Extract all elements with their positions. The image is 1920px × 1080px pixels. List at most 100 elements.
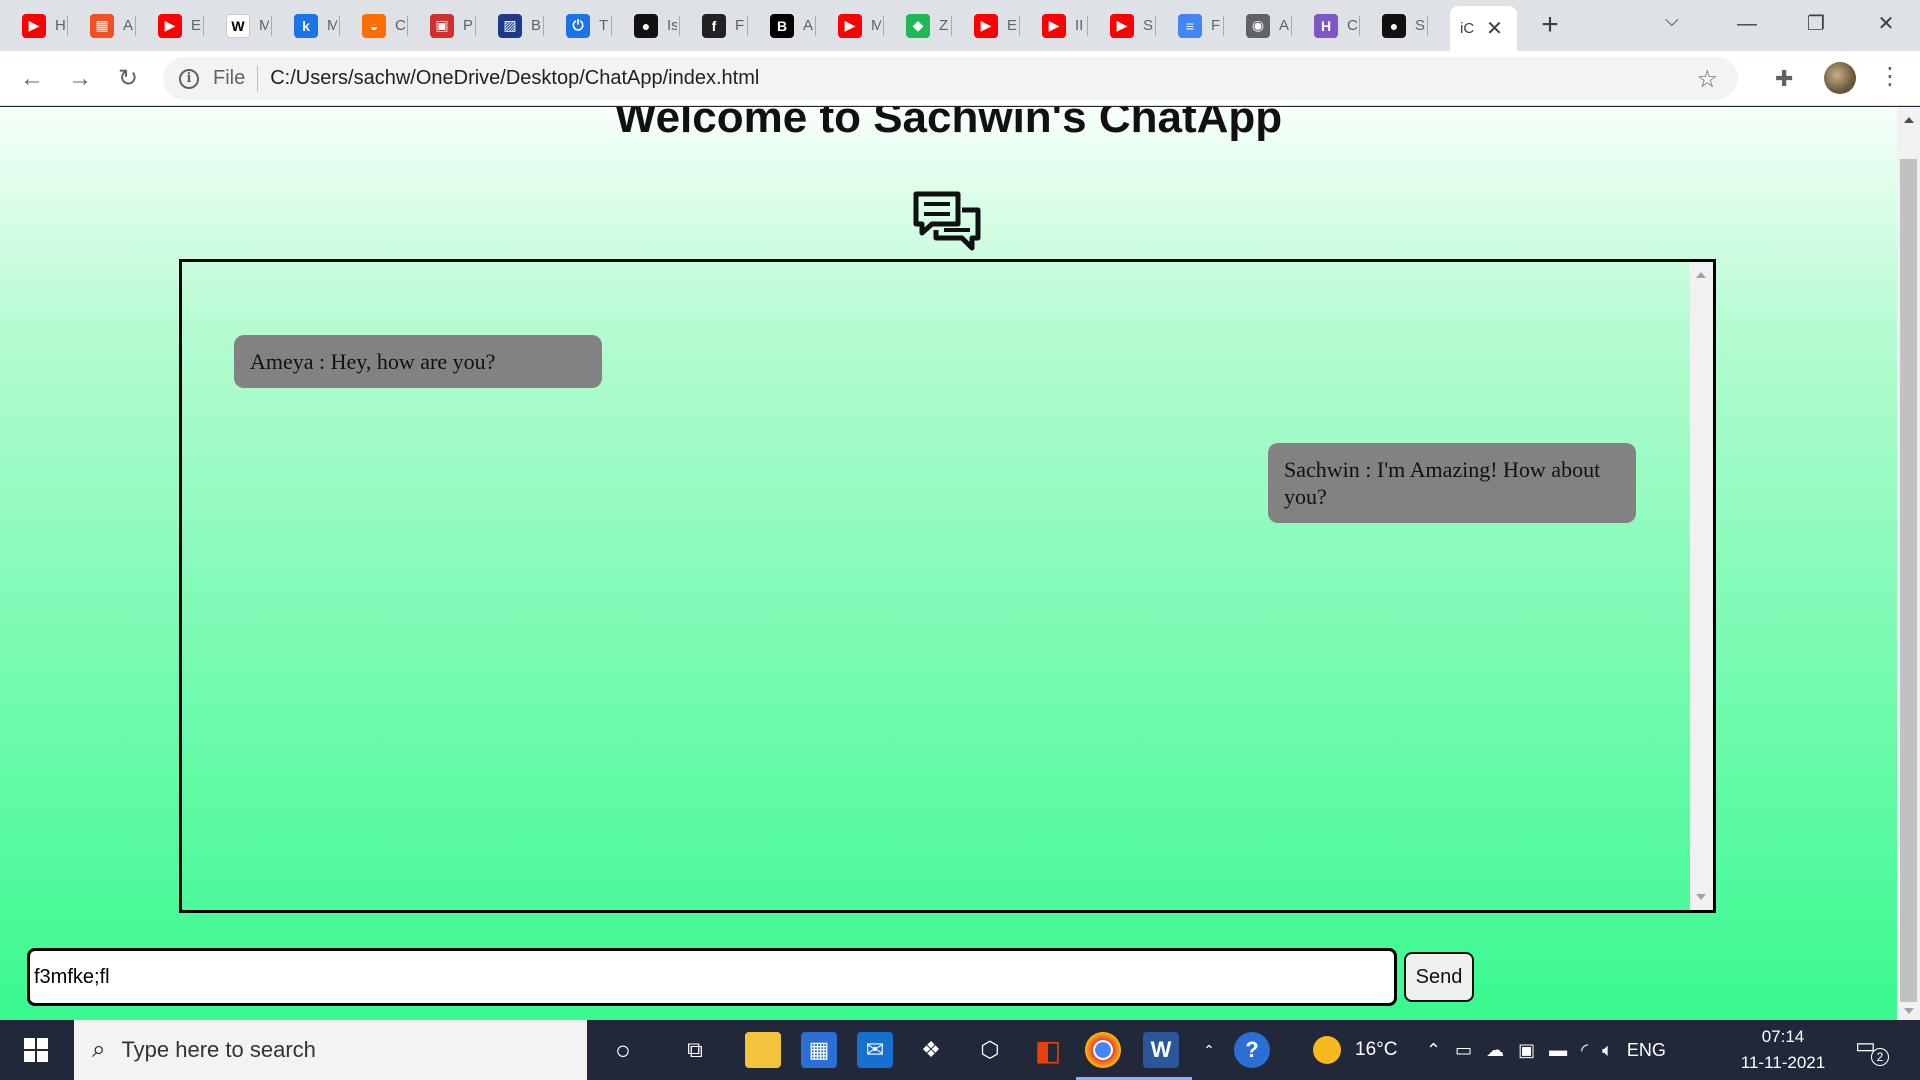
browser-tab[interactable]: HC	[1292, 0, 1360, 51]
browser-tab[interactable]: ≡ F	[1156, 0, 1224, 51]
globe-icon: ◉	[1246, 13, 1270, 38]
extensions-icon[interactable]: ✚	[1775, 66, 1793, 92]
browser-tab[interactable]: WM	[204, 0, 272, 51]
browser-tab[interactable]: ● Is	[612, 0, 680, 51]
file-explorer-icon[interactable]	[745, 1032, 781, 1068]
scroll-down-icon[interactable]	[1696, 894, 1706, 900]
tab-separator	[1427, 16, 1428, 36]
browser-tab[interactable]: ▶ M	[816, 0, 884, 51]
browser-tab[interactable]: ▶ H	[0, 0, 68, 51]
page-scroll-up-icon[interactable]	[1904, 117, 1914, 123]
browser-tab[interactable]: ◒ C	[340, 0, 408, 51]
language-indicator[interactable]: ENG	[1627, 1040, 1666, 1061]
search-placeholder: Type here to search	[121, 1037, 316, 1062]
address-bar[interactable]: i File C:/Users/sachw/OneDrive/Desktop/C…	[163, 57, 1738, 100]
browser-tab[interactable]: ▶ E	[952, 0, 1020, 51]
close-window-icon[interactable]: ✕	[1866, 6, 1906, 42]
browser-tab[interactable]: fF	[680, 0, 748, 51]
browser-tab[interactable]: ◉ A	[1224, 0, 1292, 51]
b-icon: B	[770, 13, 794, 38]
site-info-icon[interactable]: i	[179, 68, 199, 89]
page-title: Welcome to Sachwin's ChatApp	[614, 107, 1283, 142]
back-icon[interactable]: ←	[14, 61, 50, 97]
notification-center-icon[interactable]: ▭ 2	[1855, 1033, 1889, 1066]
page-scroll-thumb[interactable]	[1900, 159, 1917, 1002]
onedrive-icon[interactable]: ☁	[1486, 1040, 1504, 1061]
word-icon[interactable]: W	[1143, 1032, 1179, 1068]
chevron-up-icon[interactable]: ⌃	[1426, 1040, 1441, 1061]
wikipedia-icon: W	[226, 13, 250, 38]
github-icon: ●	[1382, 13, 1406, 38]
youtube-icon: ▶	[1110, 13, 1134, 38]
weather-tray[interactable]: 16°C	[1313, 1020, 1397, 1080]
browser-tab-title: A	[1279, 17, 1289, 34]
taskbar: ⌕ Type here to search ○ ⧉ ▦ ✉ ❖ ⬡ ◧ W ⌃ …	[0, 1020, 1920, 1080]
meet-icon[interactable]: ▭	[1455, 1040, 1472, 1061]
browser-tab[interactable]: ⏻ T	[544, 0, 612, 51]
browser-tab[interactable]: BA	[748, 0, 816, 51]
message-input[interactable]	[27, 948, 1397, 1006]
browser-tab[interactable]: ▨ B	[476, 0, 544, 51]
active-tab[interactable]: iC ✕	[1450, 6, 1517, 51]
profile-avatar[interactable]	[1824, 62, 1856, 94]
start-button[interactable]	[0, 1020, 72, 1080]
restore-icon[interactable]: ❐	[1796, 6, 1836, 42]
browser-tab[interactable]: ▶ E	[136, 0, 204, 51]
browser-tab[interactable]: ▶ S	[1088, 0, 1156, 51]
browser-tab[interactable]: ▶ II	[1020, 0, 1088, 51]
chat-scrollbar[interactable]	[1690, 262, 1713, 910]
youtube-icon: ▶	[158, 13, 182, 38]
browser-tab-title: S	[1415, 17, 1425, 34]
page-scroll-down-icon[interactable]	[1904, 1008, 1914, 1014]
shield-icon: ◆	[906, 13, 930, 38]
browser-tab[interactable]: ▦ A	[68, 0, 136, 51]
display-icon[interactable]: ▣	[1518, 1040, 1535, 1061]
youtube-icon: ▶	[974, 13, 998, 38]
wifi-icon[interactable]: ◜	[1581, 1040, 1588, 1061]
youtube-icon: ▶	[1042, 13, 1066, 38]
tab-search-icon[interactable]: ⌵	[1665, 10, 1679, 31]
reload-icon[interactable]: ↻	[110, 61, 146, 97]
browser-tab[interactable]: kM	[272, 0, 340, 51]
dropbox-icon[interactable]: ❖	[913, 1032, 949, 1068]
task-view-icon[interactable]: ⧉	[677, 1032, 713, 1068]
sun-icon	[1313, 1036, 1341, 1064]
clock-date: 11-11-2021	[1740, 1053, 1826, 1072]
browser-menu-icon[interactable]: ⋮	[1878, 62, 1902, 91]
browser-tab-title: T	[599, 17, 609, 34]
volume-icon[interactable]: 🔈︎	[1602, 1040, 1613, 1061]
k-icon: k	[294, 13, 318, 38]
help-icon[interactable]: ?	[1234, 1032, 1270, 1068]
system-clock[interactable]: 07:14 11-11-2021	[1728, 1024, 1838, 1076]
unity-icon[interactable]: ⬡	[972, 1032, 1008, 1068]
cortana-icon[interactable]: ○	[605, 1032, 641, 1068]
bookmark-star-icon[interactable]: ☆	[1696, 65, 1718, 94]
chat-box: Ameya : Hey, how are you? Sachwin : I'm …	[179, 259, 1716, 913]
address-url[interactable]: C:/Users/sachw/OneDrive/Desktop/ChatApp/…	[270, 67, 759, 90]
close-tab-icon[interactable]: ✕	[1486, 16, 1503, 41]
youtube-icon: ▶	[838, 13, 862, 38]
forward-icon[interactable]: →	[62, 61, 98, 97]
f-icon: f	[702, 13, 726, 38]
browser-tab[interactable]: ▣ P	[408, 0, 476, 51]
battery-icon[interactable]: ▬	[1549, 1040, 1567, 1061]
scroll-up-icon[interactable]	[1696, 272, 1706, 278]
browser-tab-title: E	[1007, 17, 1017, 34]
taskbar-scroll-icon[interactable]: ⌃	[1199, 1028, 1219, 1072]
browser-tab[interactable]: ◆ Z	[884, 0, 952, 51]
browser-tab-title: M	[327, 17, 337, 34]
browser-tab-title: Is	[667, 17, 677, 34]
store-icon[interactable]: ▦	[801, 1032, 837, 1068]
send-button[interactable]: Send	[1404, 952, 1474, 1002]
github-icon: ●	[634, 13, 658, 38]
office-icon[interactable]: ◧	[1030, 1032, 1066, 1068]
browser-tab[interactable]: ● S	[1360, 0, 1428, 51]
browser-tab-title: C	[1347, 17, 1357, 34]
minimize-icon[interactable]: —	[1727, 6, 1767, 42]
page-scrollbar[interactable]	[1897, 107, 1920, 1020]
taskbar-search[interactable]: ⌕ Type here to search	[74, 1020, 587, 1080]
page-viewport: Welcome to Sachwin's ChatApp Ameya : Hey…	[0, 107, 1897, 1020]
mail-icon[interactable]: ✉	[857, 1032, 893, 1068]
new-tab-button[interactable]: +	[1535, 8, 1565, 42]
chrome-icon[interactable]	[1085, 1032, 1121, 1068]
